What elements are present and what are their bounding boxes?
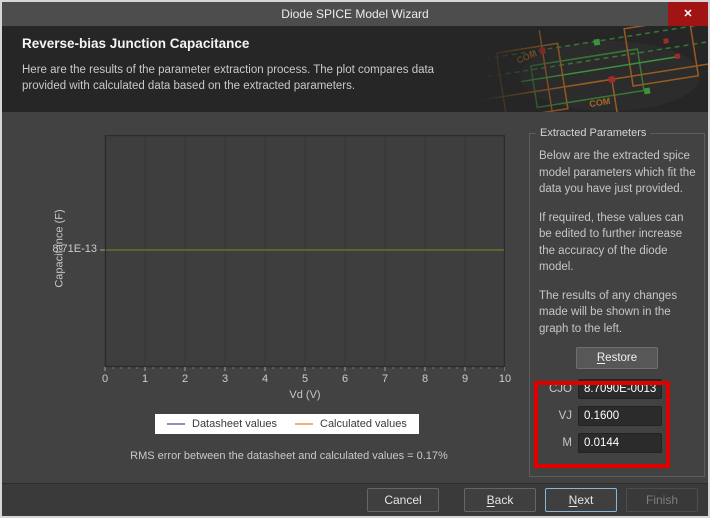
m-input[interactable] bbox=[578, 433, 662, 453]
x-tick-label: 2 bbox=[175, 373, 195, 385]
wizard-page-body: Capacitance (F) 8.71E-13 012345678910 Vd… bbox=[2, 112, 708, 483]
title-bar: Diode SPICE Model Wizard ✕ bbox=[2, 2, 708, 26]
parameters-description-3: The results of any changes made will be … bbox=[539, 288, 696, 338]
page-description: Here are the results of the parameter ex… bbox=[22, 62, 434, 94]
vj-label: VJ bbox=[542, 410, 572, 422]
wizard-page-header: Reverse-bias Junction Capacitance Here a… bbox=[2, 26, 708, 112]
parameters-description-2: If required, these values can be edited … bbox=[539, 210, 696, 276]
param-row-cjo: CJO bbox=[542, 379, 704, 399]
restore-button[interactable]: Restore bbox=[576, 347, 658, 369]
finish-button: Finish bbox=[626, 488, 698, 512]
schematic-preview-image: COM COM bbox=[480, 26, 708, 112]
x-tick-label: 3 bbox=[215, 373, 235, 385]
cancel-button[interactable]: Cancel bbox=[367, 488, 439, 512]
x-tick-label: 0 bbox=[95, 373, 115, 385]
x-tick-label: 7 bbox=[375, 373, 395, 385]
legend-item-calculated: Calculated values bbox=[295, 418, 407, 430]
x-tick-label: 8 bbox=[415, 373, 435, 385]
m-label: M bbox=[542, 437, 572, 449]
close-button[interactable]: ✕ bbox=[668, 2, 708, 26]
button-bar: Cancel Back Next Finish bbox=[2, 483, 708, 516]
page-title: Reverse-bias Junction Capacitance bbox=[22, 36, 249, 51]
window-title: Diode SPICE Model Wizard bbox=[2, 2, 708, 26]
capacitance-plot bbox=[99, 135, 505, 373]
cjo-input[interactable] bbox=[578, 379, 662, 399]
rms-error-text: RMS error between the datasheet and calc… bbox=[49, 450, 529, 462]
y-tick-label: 8.71E-13 bbox=[38, 243, 97, 255]
x-tick-label: 4 bbox=[255, 373, 275, 385]
param-row-m: M bbox=[542, 433, 704, 453]
legend-label-datasheet: Datasheet values bbox=[192, 418, 277, 430]
vj-input[interactable] bbox=[578, 406, 662, 426]
x-axis-label: Vd (V) bbox=[105, 389, 505, 401]
legend-label-calculated: Calculated values bbox=[320, 418, 407, 430]
back-button[interactable]: Back bbox=[464, 488, 536, 512]
close-icon: ✕ bbox=[683, 8, 692, 20]
extracted-parameters-groupbox: Extracted Parameters Below are the extra… bbox=[529, 133, 705, 477]
x-tick-label: 5 bbox=[295, 373, 315, 385]
chart-legend: Datasheet values Calculated values bbox=[155, 414, 419, 434]
wizard-dialog: Diode SPICE Model Wizard ✕ Reverse-bias … bbox=[0, 0, 710, 518]
datasheet-line-swatch bbox=[167, 423, 185, 425]
calculated-line-swatch bbox=[295, 423, 313, 425]
legend-item-datasheet: Datasheet values bbox=[167, 418, 277, 430]
parameters-description-1: Below are the extracted spice model para… bbox=[539, 148, 696, 198]
x-tick-label: 1 bbox=[135, 373, 155, 385]
x-tick-label: 9 bbox=[455, 373, 475, 385]
cjo-label: CJO bbox=[542, 383, 572, 395]
x-tick-labels: 012345678910 bbox=[105, 373, 505, 387]
next-button[interactable]: Next bbox=[545, 488, 617, 512]
x-tick-label: 10 bbox=[495, 373, 515, 385]
groupbox-legend: Extracted Parameters bbox=[536, 127, 650, 139]
param-row-vj: VJ bbox=[542, 406, 704, 426]
x-tick-label: 6 bbox=[335, 373, 355, 385]
